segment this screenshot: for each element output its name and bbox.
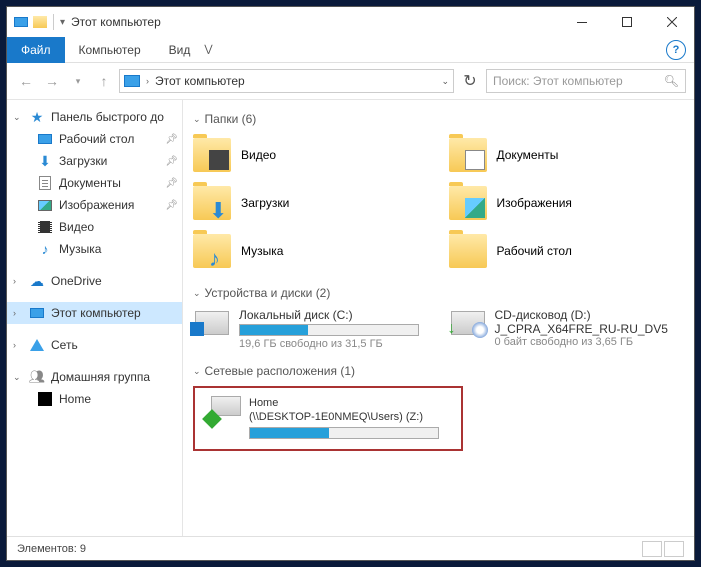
qat-dropdown-icon[interactable]: ▾ (60, 17, 65, 28)
network-drive-z[interactable]: Home (\\DESKTOP-1E0NMEQ\Users) (Z:) (203, 396, 453, 441)
sidebar-video[interactable]: Видео (7, 216, 182, 238)
desktop-icon (37, 131, 53, 147)
address-text: Этот компьютер (155, 74, 245, 88)
star-icon: ★ (29, 109, 45, 125)
address-dropdown-icon[interactable]: ⌄ (441, 76, 449, 87)
ribbon: Файл Компьютер Вид ⋁ ? (7, 37, 694, 63)
home-icon (37, 391, 53, 407)
folder-icon (449, 186, 487, 220)
group-network-header[interactable]: ⌄Сетевые расположения (1) (193, 364, 684, 378)
sidebar-quick-access[interactable]: ⌄★Панель быстрого до (7, 106, 182, 128)
folder-icon (449, 138, 487, 172)
sidebar-downloads[interactable]: ⬇Загрузки📌︎ (7, 150, 182, 172)
computer-tab[interactable]: Компьютер (65, 37, 155, 63)
folder-music[interactable]: ♪Музыка (193, 230, 429, 272)
sidebar-homegroup[interactable]: ⌄👥︎Домашняя группа (7, 366, 182, 388)
content-pane: ⌄Папки (6) Видео Документы ⬇Загрузки Изо… (183, 100, 694, 536)
sidebar-this-pc[interactable]: ›Этот компьютер (7, 302, 182, 324)
cd-drive-icon (449, 308, 487, 338)
view-large-button[interactable] (664, 541, 684, 557)
music-icon: ♪ (37, 241, 53, 257)
up-button[interactable]: ↑ (93, 70, 115, 92)
help-button[interactable]: ? (666, 40, 686, 60)
view-details-button[interactable] (642, 541, 662, 557)
sidebar-network[interactable]: ›Сеть (7, 334, 182, 356)
folder-pictures[interactable]: Изображения (449, 182, 685, 224)
breadcrumb-chevron-icon[interactable]: › (146, 76, 149, 86)
forward-button[interactable]: → (41, 70, 63, 92)
view-tab[interactable]: Вид (155, 37, 205, 63)
folder-small-icon (33, 16, 47, 28)
chevron-down-icon: ⌄ (193, 288, 201, 299)
pictures-icon (37, 197, 53, 213)
folder-icon: ⬇ (193, 186, 231, 220)
pin-icon: 📌︎ (165, 200, 178, 211)
address-bar[interactable]: › Этот компьютер ⌄ (119, 69, 454, 93)
drive-icon (193, 308, 231, 338)
group-folders-header[interactable]: ⌄Папки (6) (193, 112, 684, 126)
video-icon (37, 219, 53, 235)
network-icon (29, 337, 45, 353)
explorer-window: ▾ Этот компьютер Файл Компьютер Вид ⋁ ? … (6, 6, 695, 561)
item-count: Элементов: 9 (17, 543, 86, 555)
sidebar-pictures[interactable]: Изображения📌︎ (7, 194, 182, 216)
drive-c[interactable]: Локальный диск (C:) 19,6 ГБ свободно из … (193, 308, 429, 350)
chevron-down-icon: ⌄ (193, 366, 201, 377)
group-drives-header[interactable]: ⌄Устройства и диски (2) (193, 286, 684, 300)
network-highlight-box: Home (\\DESKTOP-1E0NMEQ\Users) (Z:) (193, 386, 463, 451)
search-icon: 🔍︎ (664, 74, 679, 88)
navigation-pane: ⌄★Панель быстрого до Рабочий стол📌︎ ⬇Заг… (7, 100, 183, 536)
homegroup-icon: 👥︎ (29, 369, 45, 385)
pc-icon (29, 305, 45, 321)
download-icon: ⬇ (37, 153, 53, 169)
folder-video[interactable]: Видео (193, 134, 429, 176)
refresh-button[interactable]: ↻ (458, 69, 482, 93)
storage-bar (239, 324, 419, 336)
sidebar-onedrive[interactable]: ›☁OneDrive (7, 270, 182, 292)
back-button[interactable]: ← (15, 70, 37, 92)
pin-icon: 📌︎ (165, 134, 178, 145)
history-dropdown-icon[interactable]: ▾ (67, 70, 89, 92)
expand-ribbon-icon[interactable]: ⋁ (204, 44, 212, 55)
search-placeholder: Поиск: Этот компьютер (493, 74, 623, 88)
folder-icon (193, 138, 231, 172)
folder-downloads[interactable]: ⬇Загрузки (193, 182, 429, 224)
titlebar: ▾ Этот компьютер (7, 7, 694, 37)
navigation-row: ← → ▾ ↑ › Этот компьютер ⌄ ↻ Поиск: Этот… (7, 63, 694, 99)
minimize-button[interactable] (559, 7, 604, 37)
address-pc-icon (124, 75, 140, 87)
folder-icon: ♪ (193, 234, 231, 268)
pin-icon: 📌︎ (165, 178, 178, 189)
status-bar: Элементов: 9 (7, 536, 694, 560)
file-tab[interactable]: Файл (7, 37, 65, 63)
close-button[interactable] (649, 7, 694, 37)
cloud-icon: ☁ (29, 273, 45, 289)
search-input[interactable]: Поиск: Этот компьютер 🔍︎ (486, 69, 686, 93)
pc-icon (13, 14, 29, 30)
quick-access-toolbar (13, 14, 47, 30)
window-title: Этот компьютер (71, 15, 161, 29)
chevron-down-icon: ⌄ (193, 114, 201, 125)
sidebar-documents[interactable]: Документы📌︎ (7, 172, 182, 194)
sidebar-desktop[interactable]: Рабочий стол📌︎ (7, 128, 182, 150)
maximize-button[interactable] (604, 7, 649, 37)
document-icon (37, 175, 53, 191)
storage-bar (249, 427, 439, 439)
drive-d[interactable]: CD-дисковод (D:) J_CPRA_X64FRE_RU-RU_DV5… (449, 308, 685, 350)
sidebar-music[interactable]: ♪Музыка (7, 238, 182, 260)
network-drive-icon (203, 396, 241, 426)
folder-icon (449, 234, 487, 268)
folder-documents[interactable]: Документы (449, 134, 685, 176)
folder-desktop[interactable]: Рабочий стол (449, 230, 685, 272)
sidebar-home[interactable]: Home (7, 388, 182, 410)
pin-icon: 📌︎ (165, 156, 178, 167)
